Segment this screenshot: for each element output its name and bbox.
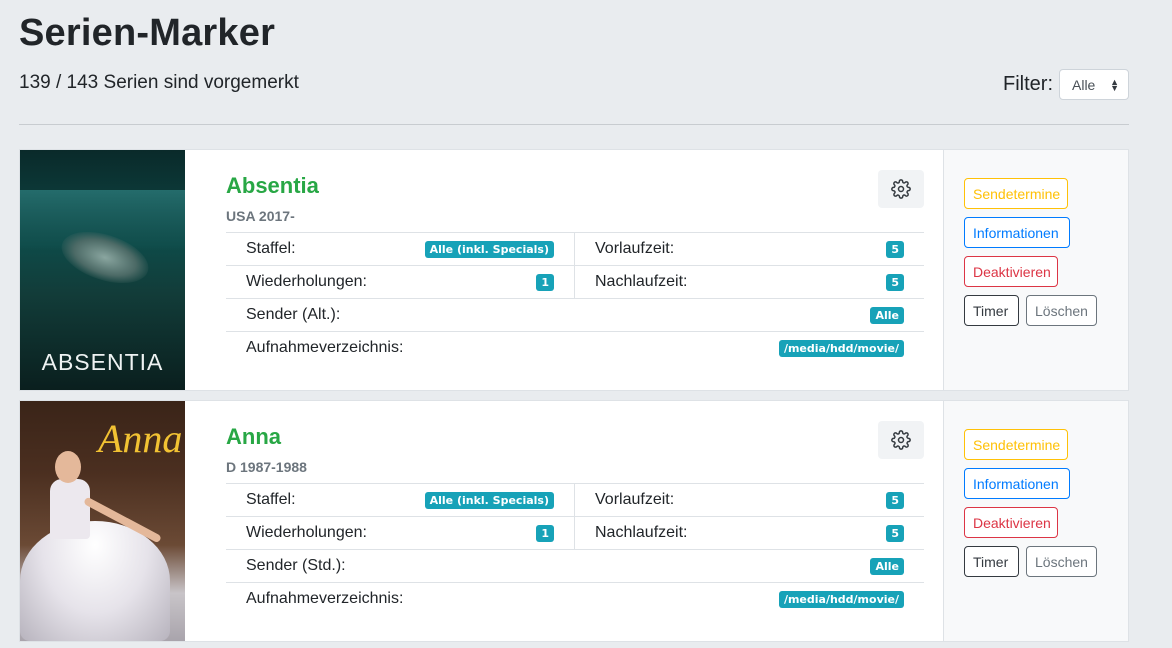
header-divider <box>19 124 1129 125</box>
timer-button[interactable]: Timer <box>964 295 1019 326</box>
timer-button[interactable]: Timer <box>964 546 1019 577</box>
series-title[interactable]: Anna <box>226 424 281 450</box>
detail-row: Staffel: Alle (inkl. Specials) Vorlaufze… <box>226 232 924 265</box>
settings-button[interactable] <box>878 170 924 208</box>
series-meta: D 1987-1988 <box>226 459 307 475</box>
detail-row: Wiederholungen: 1 Nachlaufzeit: 5 <box>226 516 924 549</box>
series-count: 139 / 143 Serien sind vorgemerkt <box>19 72 299 93</box>
sendetermine-button[interactable]: Sendetermine <box>964 429 1068 460</box>
series-actions: Sendetermine Informationen Deaktivieren … <box>944 401 1128 641</box>
detail-row: Sender (Alt.): Alle <box>226 298 924 331</box>
nachlaufzeit-badge: 5 <box>886 273 904 291</box>
series-details: Staffel: Alle (inkl. Specials) Vorlaufze… <box>226 232 924 364</box>
nachlaufzeit-label: Nachlaufzeit: <box>595 273 688 290</box>
poster-dancer-head <box>55 451 81 483</box>
nachlaufzeit-label: Nachlaufzeit: <box>595 524 688 541</box>
poster-title-text: Anna <box>98 416 183 461</box>
series-card: ABSENTIA Absentia USA 2017- Staffel: All… <box>19 149 1129 391</box>
filter-select[interactable]: Alle ▲ ▼ <box>1059 69 1129 100</box>
detail-row: Sender (Std.): Alle <box>226 549 924 582</box>
detail-row: Aufnahmeverzeichnis: /media/hdd/movie/ <box>226 331 924 364</box>
wiederholungen-label: Wiederholungen: <box>246 273 367 290</box>
wiederholungen-badge: 1 <box>536 273 554 291</box>
series-poster[interactable]: Anna <box>20 401 185 641</box>
poster-tutu <box>20 521 170 641</box>
informationen-button[interactable]: Informationen <box>964 217 1070 248</box>
series-info: Absentia USA 2017- Staffel: Alle (inkl. … <box>185 150 944 390</box>
sender-label: Sender (Std.): <box>246 557 346 574</box>
wiederholungen-label: Wiederholungen: <box>246 524 367 541</box>
filter-label: Filter: <box>1003 73 1053 95</box>
loeschen-button[interactable]: Löschen <box>1026 295 1097 326</box>
deaktivieren-button[interactable]: Deaktivieren <box>964 256 1058 287</box>
staffel-badge: Alle (inkl. Specials) <box>424 491 554 509</box>
sender-badge: Alle <box>870 306 904 324</box>
staffel-badge: Alle (inkl. Specials) <box>424 240 554 258</box>
settings-button[interactable] <box>878 421 924 459</box>
detail-row: Wiederholungen: 1 Nachlaufzeit: 5 <box>226 265 924 298</box>
staffel-label: Staffel: <box>246 491 296 508</box>
vorlaufzeit-label: Vorlaufzeit: <box>595 491 675 508</box>
nachlaufzeit-badge: 5 <box>886 524 904 542</box>
series-card: Anna Anna D 1987-1988 Staffel: Alle (ink… <box>19 400 1129 642</box>
aufnahmeverzeichnis-badge: /media/hdd/movie/ <box>778 590 904 608</box>
gear-icon <box>891 179 911 199</box>
page-title: Serien-Marker <box>19 12 276 54</box>
loeschen-button[interactable]: Löschen <box>1026 546 1097 577</box>
gear-icon <box>891 430 911 450</box>
aufnahmeverzeichnis-label: Aufnahmeverzeichnis: <box>246 339 404 356</box>
poster-dancer-body <box>50 479 90 539</box>
vorlaufzeit-badge: 5 <box>886 240 904 258</box>
sort-arrows-icon: ▲ ▼ <box>1110 76 1119 93</box>
series-poster[interactable]: ABSENTIA <box>20 150 185 390</box>
filter-area: Filter: Alle ▲ ▼ <box>1003 69 1129 100</box>
sender-badge: Alle <box>870 557 904 575</box>
aufnahmeverzeichnis-badge: /media/hdd/movie/ <box>778 339 904 357</box>
deaktivieren-button[interactable]: Deaktivieren <box>964 507 1058 538</box>
poster-title-text: ABSENTIA <box>41 349 164 375</box>
aufnahmeverzeichnis-label: Aufnahmeverzeichnis: <box>246 590 404 607</box>
staffel-label: Staffel: <box>246 240 296 257</box>
series-details: Staffel: Alle (inkl. Specials) Vorlaufze… <box>226 483 924 615</box>
vorlaufzeit-badge: 5 <box>886 491 904 509</box>
vorlaufzeit-label: Vorlaufzeit: <box>595 240 675 257</box>
detail-row: Aufnahmeverzeichnis: /media/hdd/movie/ <box>226 582 924 615</box>
detail-row: Staffel: Alle (inkl. Specials) Vorlaufze… <box>226 483 924 516</box>
sendetermine-button[interactable]: Sendetermine <box>964 178 1068 209</box>
filter-selected-value: Alle <box>1072 76 1096 93</box>
series-title[interactable]: Absentia <box>226 173 319 199</box>
wiederholungen-badge: 1 <box>536 524 554 542</box>
series-actions: Sendetermine Informationen Deaktivieren … <box>944 150 1128 390</box>
sender-label: Sender (Alt.): <box>246 306 341 323</box>
series-meta: USA 2017- <box>226 208 295 224</box>
informationen-button[interactable]: Informationen <box>964 468 1070 499</box>
series-info: Anna D 1987-1988 Staffel: Alle (inkl. Sp… <box>185 401 944 641</box>
